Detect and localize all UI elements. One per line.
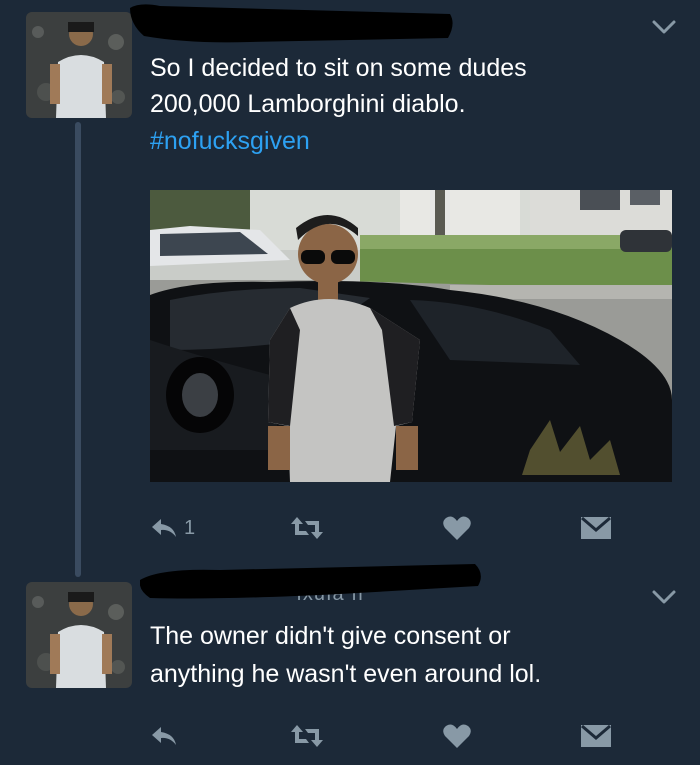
chevron-down-icon[interactable] [650,588,678,606]
tweet-text-line: So I decided to sit on some dudes [150,54,527,82]
reply-count: 1 [184,516,196,539]
like-button[interactable] [442,718,472,754]
dm-icon [581,516,611,539]
redacted-username [140,564,481,599]
dm-button[interactable] [580,718,612,754]
tweet-text-line: anything he wasn't even around lol. [150,660,542,688]
reply-button[interactable]: 1 [150,510,195,546]
retweet-icon [291,725,323,747]
tweet-actions [150,718,620,754]
dm-button[interactable] [580,510,612,546]
chevron-down-icon[interactable] [650,18,678,36]
tweet-text-line: The owner didn't give consent or [150,622,511,650]
reply-icon [152,727,176,745]
like-icon [443,516,471,540]
like-icon [443,724,471,748]
tweet-text-line: 200,000 Lamborghini diablo. [150,90,466,118]
reply-button[interactable] [150,718,178,754]
avatar[interactable] [26,12,132,118]
redacted-username [130,4,453,43]
thread-connector-line [75,122,81,577]
reply-icon [152,519,176,537]
retweet-icon [291,517,323,539]
like-button[interactable] [442,510,472,546]
hashtag-link[interactable]: #nofucksgiven [150,123,310,159]
retweet-button[interactable] [290,510,324,546]
avatar[interactable] [26,582,132,688]
tweet-photo[interactable] [150,190,672,482]
tweet-actions: 1 [150,510,620,546]
dm-icon [581,724,611,747]
retweet-button[interactable] [290,718,324,754]
